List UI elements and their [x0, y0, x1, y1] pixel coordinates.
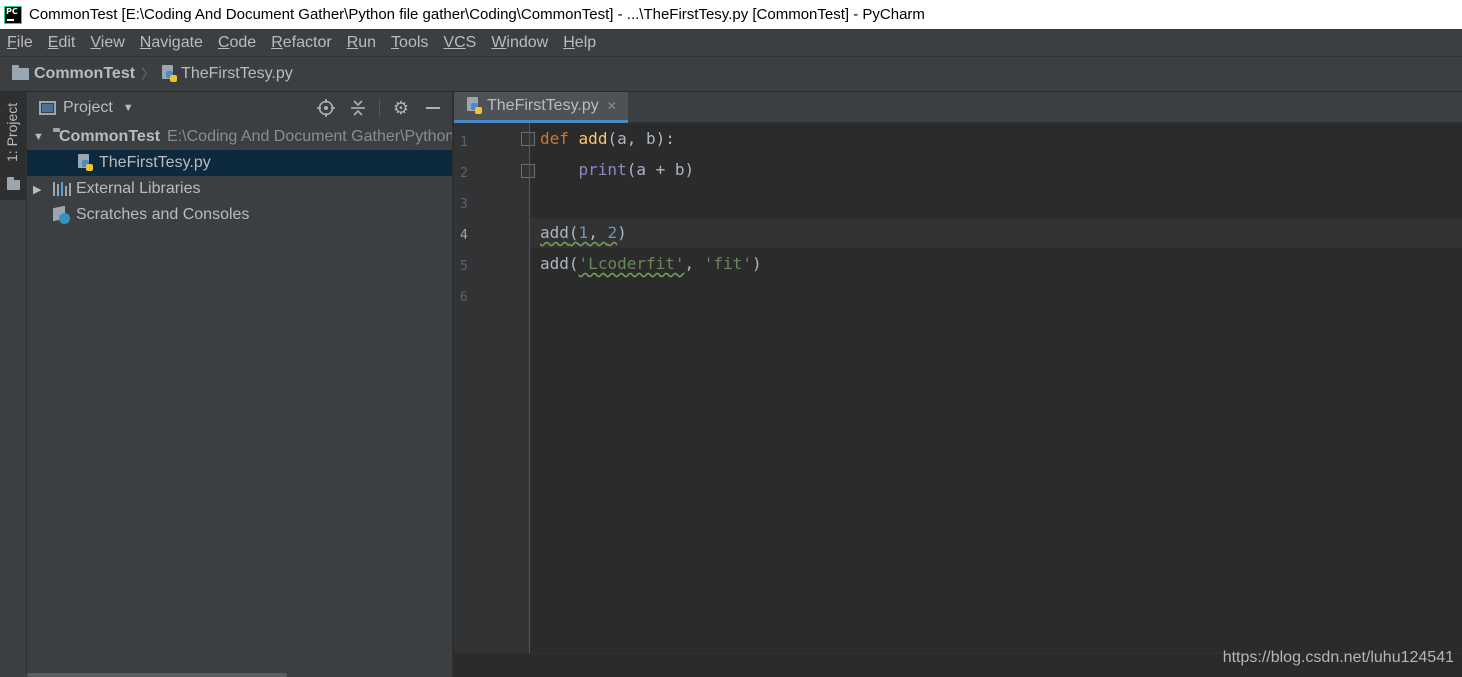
fold-end-icon[interactable] [521, 164, 535, 178]
editor-tab-bar: TheFirstTesy.py ✕ [454, 92, 1462, 123]
gutter-divider [529, 123, 530, 653]
breadcrumb: CommonTest 〉 TheFirstTesy.py [0, 56, 1462, 92]
line-number-current: 4 [460, 228, 468, 243]
library-icon [53, 182, 71, 196]
gear-icon[interactable]: ⚙ [390, 97, 412, 119]
editor-gutter: 1 2 3 4 5 6 [454, 123, 535, 653]
menu-tools[interactable]: Tools [391, 34, 428, 52]
project-root-name: CommonTest [59, 128, 161, 145]
menu-help[interactable]: Help [563, 34, 596, 52]
tree-node-scratches[interactable]: Scratches and Consoles [27, 202, 452, 228]
project-root-path: E:\Coding And Document Gather\Python fil… [167, 128, 452, 145]
menu-navigate[interactable]: Navigate [140, 34, 203, 52]
tree-node-project-root[interactable]: ▼ CommonTest E:\Coding And Document Gath… [27, 124, 452, 150]
line-number: 6 [460, 290, 468, 305]
python-file-icon [161, 65, 178, 83]
project-stripe-label: 1: Project [4, 102, 20, 162]
line-number: 3 [460, 197, 468, 212]
menu-vcs[interactable]: VCS [443, 34, 476, 52]
menu-code[interactable]: Code [218, 34, 256, 52]
pycharm-logo-icon: PC [4, 5, 22, 24]
menu-edit[interactable]: Edit [48, 34, 76, 52]
project-view-icon [39, 101, 56, 115]
menu-window[interactable]: Window [491, 34, 548, 52]
chevron-down-icon[interactable]: ▼ [123, 102, 134, 114]
menu-bar: File Edit View Navigate Code Refactor Ru… [0, 29, 1462, 56]
file-name: TheFirstTesy.py [99, 154, 211, 171]
expand-arrow-right-icon[interactable]: ▶ [33, 183, 43, 196]
scratches-label: Scratches and Consoles [76, 206, 250, 223]
menu-file[interactable]: File [7, 34, 33, 52]
expand-arrow-down-icon[interactable]: ▼ [33, 131, 44, 143]
hide-panel-icon[interactable] [422, 97, 444, 119]
external-libraries-label: External Libraries [76, 180, 201, 197]
locate-target-icon[interactable] [315, 97, 337, 119]
python-file-icon [466, 97, 482, 115]
window-title: CommonTest [E:\Coding And Document Gathe… [29, 6, 925, 23]
tree-node-external-libraries[interactable]: ▶ External Libraries [27, 176, 452, 202]
collapse-all-icon[interactable] [347, 97, 369, 119]
current-line-highlight [530, 218, 1462, 248]
scratches-icon [53, 205, 71, 224]
line-number: 5 [460, 259, 468, 274]
fold-start-icon[interactable] [521, 132, 535, 146]
menu-refactor[interactable]: Refactor [271, 34, 331, 52]
code-line-5: add('Lcoderfit', 'fit') [540, 254, 762, 273]
code-line-1: def add(a, b): [540, 129, 675, 148]
menu-run[interactable]: Run [347, 34, 376, 52]
project-view-selector[interactable]: Project [63, 99, 113, 117]
project-panel-toolbar: ⚙ [305, 97, 444, 119]
folder-icon [12, 65, 29, 80]
close-icon[interactable]: ✕ [607, 99, 617, 113]
menu-view[interactable]: View [90, 34, 124, 52]
chevron-right-icon: 〉 [141, 66, 156, 82]
title-bar: PC CommonTest [E:\Coding And Document Ga… [0, 0, 1462, 29]
project-tree: ▼ CommonTest E:\Coding And Document Gath… [27, 124, 452, 228]
code-line-4: add(1, 2) [540, 223, 627, 242]
code-line-2: print(a + b) [578, 160, 695, 179]
horizontal-scrollbar[interactable] [27, 673, 287, 677]
toolbar-divider [379, 99, 380, 117]
watermark: https://blog.csdn.net/luhu124541 [1222, 649, 1454, 666]
tab-label: TheFirstTesy.py [487, 97, 599, 114]
line-number: 1 [460, 135, 468, 150]
editor-area: TheFirstTesy.py ✕ 1 2 3 4 5 6 def add(a,… [454, 92, 1462, 677]
tree-node-file[interactable]: TheFirstTesy.py [27, 150, 452, 176]
left-tool-stripe: 1: Project [0, 92, 27, 677]
line-number: 2 [460, 166, 468, 181]
project-panel-header: Project ▼ ⚙ [27, 92, 452, 124]
project-tool-window-button[interactable]: 1: Project [0, 92, 26, 200]
breadcrumb-project[interactable]: CommonTest [34, 65, 135, 83]
editor-tab[interactable]: TheFirstTesy.py ✕ [454, 92, 628, 123]
python-file-icon [77, 154, 93, 172]
folder-icon [7, 176, 20, 194]
project-panel: Project ▼ ⚙ ▼ CommonTest E:\Coding And D… [27, 92, 453, 677]
breadcrumb-file[interactable]: TheFirstTesy.py [181, 65, 293, 83]
